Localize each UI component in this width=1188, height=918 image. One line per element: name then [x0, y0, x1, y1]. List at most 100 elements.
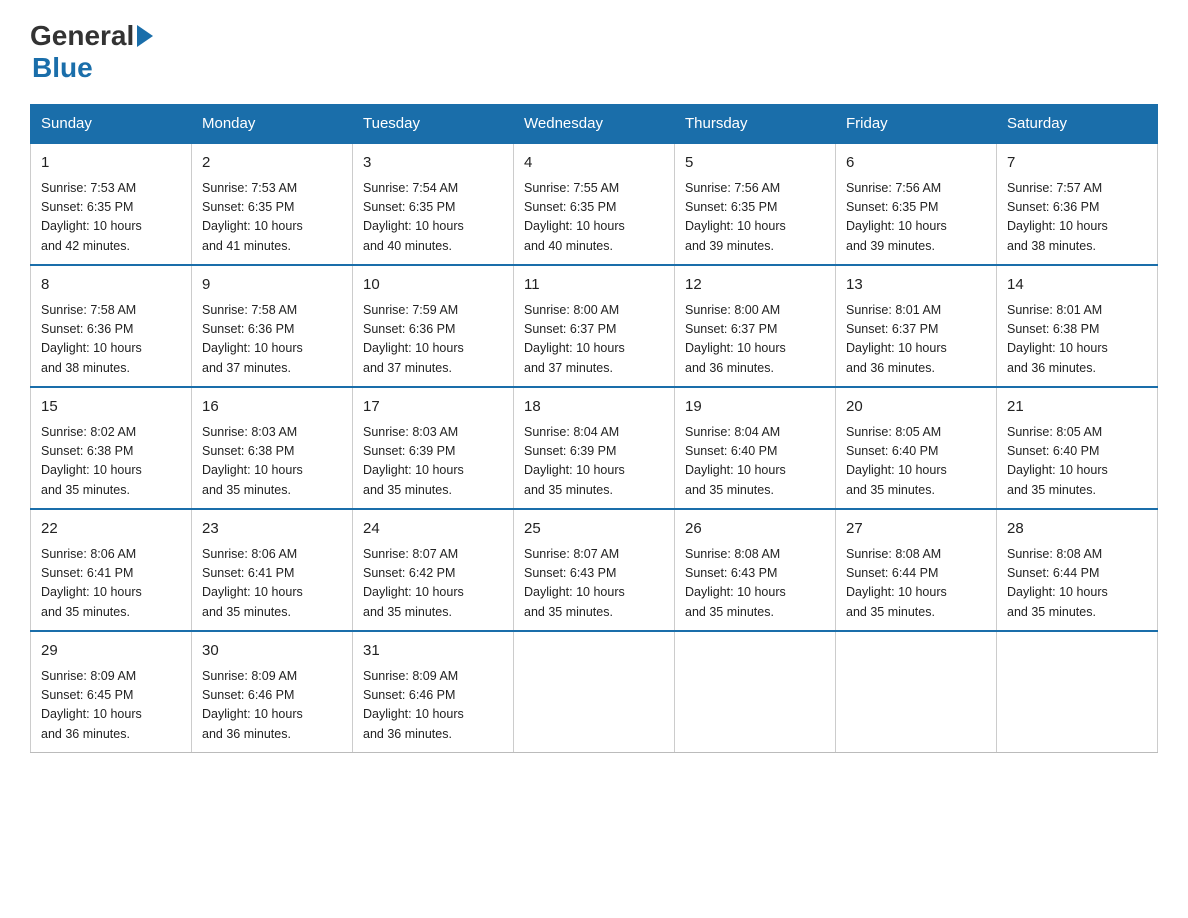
- calendar-cell: 23Sunrise: 8:06 AMSunset: 6:41 PMDayligh…: [192, 509, 353, 631]
- day-number: 3: [363, 152, 503, 175]
- calendar-cell: 1 Sunrise: 7:53 AMSunset: 6:35 PMDaylight…: [31, 143, 192, 265]
- day-number: 6: [846, 152, 986, 175]
- day-number: 14: [1007, 274, 1147, 297]
- calendar-cell: 13 Sunrise: 8:01 AMSunset: 6:37 PMDayligh…: [836, 265, 997, 387]
- calendar-cell: 16 Sunrise: 8:03 AMSunset: 6:38 PMDayligh…: [192, 387, 353, 509]
- calendar-cell: 7 Sunrise: 7:57 AMSunset: 6:36 PMDaylight…: [997, 143, 1158, 265]
- week-row-3: 15 Sunrise: 8:02 AMSunset: 6:38 PMDayligh…: [31, 387, 1158, 509]
- day-number: 24: [363, 518, 503, 541]
- day-info: Sunrise: 8:04 AMSunset: 6:39 PMDaylight:…: [524, 423, 664, 501]
- day-number: 26: [685, 518, 825, 541]
- day-number: 17: [363, 396, 503, 419]
- day-number: 1: [41, 152, 181, 175]
- calendar-cell: 5 Sunrise: 7:56 AMSunset: 6:35 PMDaylight…: [675, 143, 836, 265]
- week-row-2: 8 Sunrise: 7:58 AMSunset: 6:36 PMDaylight…: [31, 265, 1158, 387]
- calendar-cell: 27 Sunrise: 8:08 AMSunset: 6:44 PMDayligh…: [836, 509, 997, 631]
- day-info: Sunrise: 8:01 AMSunset: 6:37 PMDaylight:…: [846, 301, 986, 379]
- day-number: 13: [846, 274, 986, 297]
- logo-triangle-icon: [137, 25, 153, 47]
- day-info: Sunrise: 8:08 AMSunset: 6:44 PMDaylight:…: [846, 545, 986, 623]
- logo-container: General: [30, 20, 156, 52]
- day-info: Sunrise: 8:03 AMSunset: 6:38 PMDaylight:…: [202, 423, 342, 501]
- week-row-1: 1 Sunrise: 7:53 AMSunset: 6:35 PMDaylight…: [31, 143, 1158, 265]
- calendar-cell: 31 Sunrise: 8:09 AMSunset: 6:46 PMDayligh…: [353, 631, 514, 753]
- calendar-cell: 6 Sunrise: 7:56 AMSunset: 6:35 PMDaylight…: [836, 143, 997, 265]
- calendar-cell: 10 Sunrise: 7:59 AMSunset: 6:36 PMDayligh…: [353, 265, 514, 387]
- day-number: 28: [1007, 518, 1147, 541]
- day-info: Sunrise: 8:01 AMSunset: 6:38 PMDaylight:…: [1007, 301, 1147, 379]
- header-sunday: Sunday: [31, 105, 192, 144]
- day-number: 12: [685, 274, 825, 297]
- calendar-cell: 25 Sunrise: 8:07 AMSunset: 6:43 PMDayligh…: [514, 509, 675, 631]
- day-info: Sunrise: 8:06 AMSunset: 6:41 PMDaylight:…: [41, 545, 181, 623]
- calendar-cell: 21 Sunrise: 8:05 AMSunset: 6:40 PMDayligh…: [997, 387, 1158, 509]
- day-number: 4: [524, 152, 664, 175]
- calendar-cell: 8 Sunrise: 7:58 AMSunset: 6:36 PMDaylight…: [31, 265, 192, 387]
- calendar-cell: 2Sunrise: 7:53 AMSunset: 6:35 PMDaylight…: [192, 143, 353, 265]
- day-number: 8: [41, 274, 181, 297]
- day-info: Sunrise: 7:56 AMSunset: 6:35 PMDaylight:…: [685, 179, 825, 257]
- calendar-cell: [836, 631, 997, 753]
- week-row-5: 29 Sunrise: 8:09 AMSunset: 6:45 PMDayligh…: [31, 631, 1158, 753]
- calendar-cell: 14 Sunrise: 8:01 AMSunset: 6:38 PMDayligh…: [997, 265, 1158, 387]
- day-number: 21: [1007, 396, 1147, 419]
- day-info: Sunrise: 7:58 AMSunset: 6:36 PMDaylight:…: [41, 301, 181, 379]
- calendar-header-row: SundayMondayTuesdayWednesdayThursdayFrid…: [31, 105, 1158, 144]
- logo: General Blue: [30, 20, 156, 84]
- calendar-cell: 3 Sunrise: 7:54 AMSunset: 6:35 PMDaylight…: [353, 143, 514, 265]
- logo-blue-part: Blue: [32, 52, 93, 84]
- calendar-cell: 22 Sunrise: 8:06 AMSunset: 6:41 PMDayligh…: [31, 509, 192, 631]
- day-info: Sunrise: 8:07 AMSunset: 6:43 PMDaylight:…: [524, 545, 664, 623]
- day-info: Sunrise: 8:04 AMSunset: 6:40 PMDaylight:…: [685, 423, 825, 501]
- calendar-cell: [514, 631, 675, 753]
- header-monday: Monday: [192, 105, 353, 144]
- calendar-cell: 26 Sunrise: 8:08 AMSunset: 6:43 PMDayligh…: [675, 509, 836, 631]
- day-number: 7: [1007, 152, 1147, 175]
- day-number: 31: [363, 640, 503, 663]
- day-info: Sunrise: 8:09 AMSunset: 6:45 PMDaylight:…: [41, 667, 181, 745]
- day-info: Sunrise: 8:09 AMSunset: 6:46 PMDaylight:…: [202, 667, 342, 745]
- day-info: Sunrise: 8:06 AMSunset: 6:41 PMDaylight:…: [202, 545, 342, 623]
- day-info: Sunrise: 8:03 AMSunset: 6:39 PMDaylight:…: [363, 423, 503, 501]
- day-number: 18: [524, 396, 664, 419]
- calendar-cell: 11 Sunrise: 8:00 AMSunset: 6:37 PMDayligh…: [514, 265, 675, 387]
- day-info: Sunrise: 8:02 AMSunset: 6:38 PMDaylight:…: [41, 423, 181, 501]
- day-number: 16: [202, 396, 342, 419]
- day-info: Sunrise: 8:00 AMSunset: 6:37 PMDaylight:…: [524, 301, 664, 379]
- day-info: Sunrise: 7:53 AMSunset: 6:35 PMDaylight:…: [41, 179, 181, 257]
- calendar-cell: 18 Sunrise: 8:04 AMSunset: 6:39 PMDayligh…: [514, 387, 675, 509]
- header-tuesday: Tuesday: [353, 105, 514, 144]
- page-header: General Blue: [30, 20, 1158, 84]
- day-info: Sunrise: 8:08 AMSunset: 6:44 PMDaylight:…: [1007, 545, 1147, 623]
- day-info: Sunrise: 8:07 AMSunset: 6:42 PMDaylight:…: [363, 545, 503, 623]
- calendar-cell: 30 Sunrise: 8:09 AMSunset: 6:46 PMDayligh…: [192, 631, 353, 753]
- day-number: 15: [41, 396, 181, 419]
- day-info: Sunrise: 7:57 AMSunset: 6:36 PMDaylight:…: [1007, 179, 1147, 257]
- day-number: 11: [524, 274, 664, 297]
- day-number: 25: [524, 518, 664, 541]
- calendar-cell: 9Sunrise: 7:58 AMSunset: 6:36 PMDaylight…: [192, 265, 353, 387]
- day-info: Sunrise: 8:05 AMSunset: 6:40 PMDaylight:…: [1007, 423, 1147, 501]
- day-number: 22: [41, 518, 181, 541]
- day-info: Sunrise: 8:00 AMSunset: 6:37 PMDaylight:…: [685, 301, 825, 379]
- day-info: Sunrise: 8:08 AMSunset: 6:43 PMDaylight:…: [685, 545, 825, 623]
- day-number: 30: [202, 640, 342, 663]
- calendar-cell: [997, 631, 1158, 753]
- day-number: 10: [363, 274, 503, 297]
- day-number: 29: [41, 640, 181, 663]
- calendar-cell: 28 Sunrise: 8:08 AMSunset: 6:44 PMDayligh…: [997, 509, 1158, 631]
- calendar-table: SundayMondayTuesdayWednesdayThursdayFrid…: [30, 104, 1158, 753]
- calendar-cell: 29 Sunrise: 8:09 AMSunset: 6:45 PMDayligh…: [31, 631, 192, 753]
- day-info: Sunrise: 7:56 AMSunset: 6:35 PMDaylight:…: [846, 179, 986, 257]
- day-info: Sunrise: 7:58 AMSunset: 6:36 PMDaylight:…: [202, 301, 342, 379]
- day-info: Sunrise: 7:55 AMSunset: 6:35 PMDaylight:…: [524, 179, 664, 257]
- day-info: Sunrise: 7:54 AMSunset: 6:35 PMDaylight:…: [363, 179, 503, 257]
- day-number: 5: [685, 152, 825, 175]
- header-friday: Friday: [836, 105, 997, 144]
- day-number: 27: [846, 518, 986, 541]
- week-row-4: 22 Sunrise: 8:06 AMSunset: 6:41 PMDayligh…: [31, 509, 1158, 631]
- day-info: Sunrise: 8:09 AMSunset: 6:46 PMDaylight:…: [363, 667, 503, 745]
- day-number: 19: [685, 396, 825, 419]
- day-info: Sunrise: 7:59 AMSunset: 6:36 PMDaylight:…: [363, 301, 503, 379]
- header-thursday: Thursday: [675, 105, 836, 144]
